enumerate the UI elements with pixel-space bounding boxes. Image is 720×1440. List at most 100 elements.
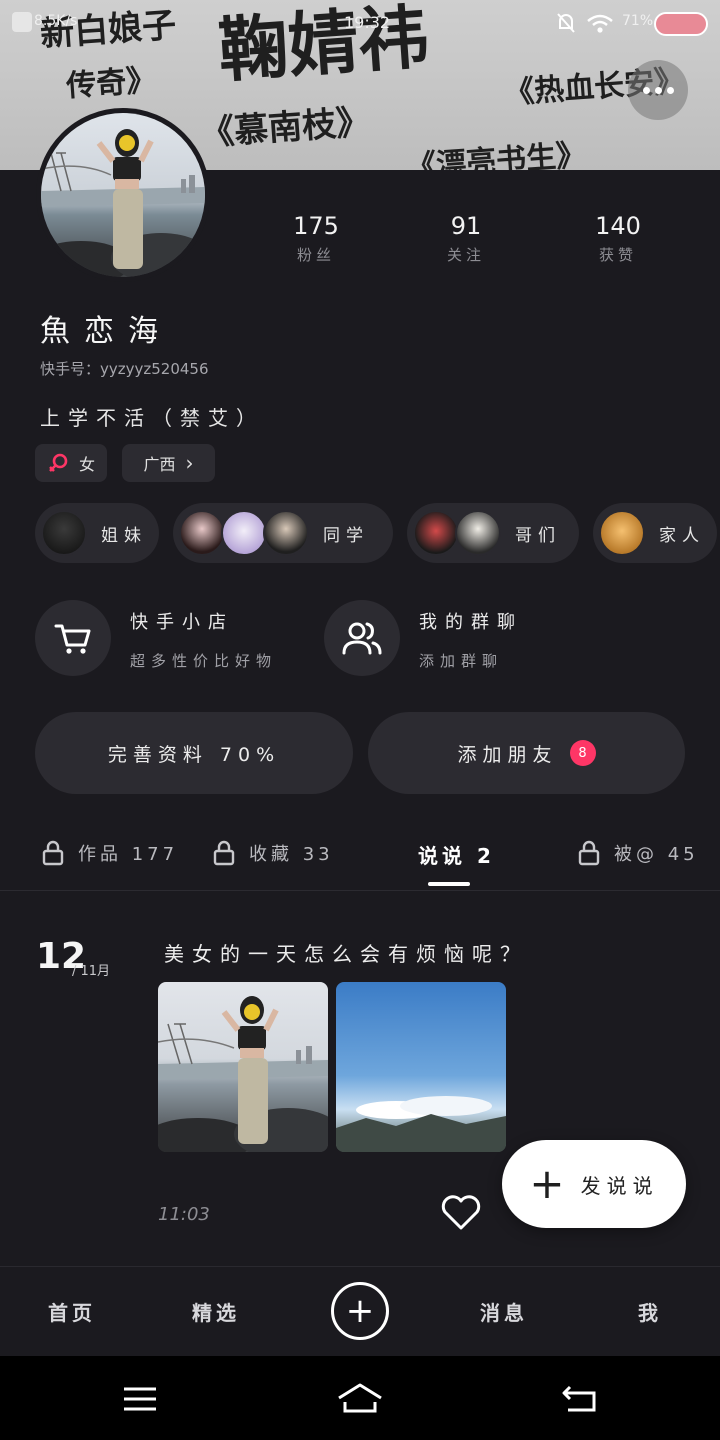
post-moment-button[interactable]: + 发说说 bbox=[502, 1140, 686, 1228]
tab-favorites-label: 收藏 33 bbox=[249, 844, 334, 865]
tab-mentions-label: 被@ 45 bbox=[614, 844, 699, 865]
group-classmates[interactable]: 同学 bbox=[173, 503, 393, 563]
group-chat-title: 我的群聊 bbox=[419, 612, 523, 633]
post-text[interactable]: 美女的一天怎么会有烦恼呢？ bbox=[164, 938, 528, 967]
post-photo-2[interactable] bbox=[336, 982, 506, 1152]
group-family[interactable]: 家人 bbox=[593, 503, 717, 563]
profile-bio[interactable]: 上学不活（禁艾） bbox=[40, 402, 264, 431]
cart-icon bbox=[54, 624, 91, 654]
dot-icon bbox=[654, 86, 662, 94]
followers-label: 粉丝 bbox=[296, 246, 335, 264]
net-speed: 8.5K/s bbox=[34, 13, 78, 29]
create-button[interactable]: + bbox=[331, 1282, 389, 1340]
app-notification-icon bbox=[12, 12, 32, 32]
shop-entry[interactable]: 快手小店 超多性价比好物 bbox=[130, 608, 277, 671]
group-sisters[interactable]: 姐妹 bbox=[35, 503, 159, 563]
group-chat-entry[interactable]: 我的群聊 添加群聊 bbox=[419, 608, 523, 671]
back-icon[interactable] bbox=[560, 1384, 598, 1414]
add-friends-button[interactable]: 添加朋友 8 bbox=[368, 712, 685, 794]
group-avatar bbox=[455, 510, 501, 556]
tab-moments-label: 说说 2 bbox=[418, 844, 495, 868]
group-label: 家人 bbox=[659, 525, 705, 546]
photo-illustration bbox=[336, 1096, 506, 1152]
group-avatar bbox=[599, 510, 645, 556]
stat-following[interactable]: 91 关注 bbox=[406, 212, 526, 265]
silent-bell-icon bbox=[557, 13, 575, 33]
group-label: 同学 bbox=[323, 525, 369, 546]
chevron-right-icon: › bbox=[185, 451, 194, 475]
profile-name: 魚恋海 bbox=[40, 314, 172, 349]
group-avatar bbox=[41, 510, 87, 556]
group-chat-subtitle: 添加群聊 bbox=[419, 652, 504, 670]
complete-profile-label: 完善资料 70% bbox=[107, 743, 281, 766]
post-photo-1[interactable] bbox=[158, 982, 328, 1152]
battery-percent: 71% bbox=[622, 13, 654, 29]
group-avatar bbox=[413, 510, 459, 556]
bottom-nav: 首页 精选 + 消息 我 bbox=[0, 1266, 720, 1356]
home-icon[interactable] bbox=[336, 1382, 384, 1414]
tab-favorites[interactable]: 收藏 33 bbox=[213, 840, 334, 866]
banner-text-2: 传奇》 bbox=[65, 62, 158, 105]
photo-illustration bbox=[158, 996, 328, 1152]
nav-me[interactable]: 我 bbox=[638, 1297, 662, 1326]
tab-moments[interactable]: 说说 2 bbox=[418, 840, 495, 869]
system-nav-bar bbox=[0, 1356, 720, 1440]
add-friends-badge: 8 bbox=[569, 740, 596, 766]
menu-icon[interactable] bbox=[122, 1386, 158, 1412]
like-icon[interactable] bbox=[440, 1194, 482, 1232]
lock-icon bbox=[42, 840, 64, 866]
banner-text-6: 《漂亮书生》 bbox=[405, 137, 588, 170]
banner-text-5: 《慕南枝》 bbox=[199, 102, 372, 154]
group-avatar bbox=[221, 510, 267, 556]
profile-uid[interactable]: 快手号：yyzyyz520456 bbox=[40, 358, 209, 379]
group-avatar bbox=[179, 510, 225, 556]
plus-icon: + bbox=[345, 1291, 375, 1331]
gender-chip[interactable]: 女 bbox=[35, 444, 107, 482]
stat-likes[interactable]: 140 获赞 bbox=[558, 212, 678, 265]
plus-icon: + bbox=[529, 1159, 565, 1208]
likes-label: 获赞 bbox=[598, 246, 637, 264]
avatar[interactable] bbox=[36, 108, 210, 282]
group-avatar bbox=[263, 510, 309, 556]
avatar-photo bbox=[41, 113, 205, 277]
shop-button[interactable] bbox=[35, 600, 111, 676]
following-count: 91 bbox=[450, 212, 482, 240]
gender-label: 女 bbox=[78, 455, 95, 474]
group-label: 哥们 bbox=[515, 525, 561, 546]
add-friends-label: 添加朋友 bbox=[457, 743, 558, 766]
post-moment-label: 发说说 bbox=[580, 1173, 659, 1198]
nav-messages[interactable]: 消息 bbox=[480, 1297, 528, 1326]
shop-title: 快手小店 bbox=[130, 612, 234, 633]
users-icon bbox=[342, 622, 382, 655]
dot-icon bbox=[666, 86, 674, 94]
dot-icon bbox=[642, 86, 650, 94]
more-button[interactable] bbox=[628, 60, 688, 120]
stat-followers[interactable]: 175 粉丝 bbox=[256, 212, 376, 265]
location-chip[interactable]: 广西 › bbox=[122, 444, 215, 482]
avatar-illustration bbox=[41, 129, 205, 277]
tab-mentions[interactable]: 被@ 45 bbox=[578, 840, 699, 866]
female-icon bbox=[49, 453, 68, 472]
lock-icon bbox=[213, 840, 235, 866]
group-chat-button[interactable] bbox=[324, 600, 400, 676]
group-buddies[interactable]: 哥们 bbox=[407, 503, 579, 563]
active-tab-indicator bbox=[428, 882, 470, 886]
clock: 19:32 bbox=[344, 13, 391, 32]
post-month: / 11月 bbox=[72, 964, 111, 979]
followers-count: 175 bbox=[293, 212, 339, 240]
post-time: 11:03 bbox=[158, 1204, 210, 1225]
location-label: 广西 bbox=[143, 455, 176, 474]
complete-profile-button[interactable]: 完善资料 70% bbox=[35, 712, 353, 794]
group-label: 姐妹 bbox=[101, 525, 147, 546]
nav-home[interactable]: 首页 bbox=[48, 1297, 96, 1326]
battery-icon bbox=[654, 12, 708, 36]
tab-works-label: 作品 177 bbox=[78, 844, 179, 865]
nav-featured[interactable]: 精选 bbox=[192, 1297, 240, 1326]
following-label: 关注 bbox=[446, 246, 485, 264]
divider bbox=[0, 890, 720, 891]
tab-works[interactable]: 作品 177 bbox=[42, 840, 178, 866]
likes-count: 140 bbox=[595, 212, 641, 240]
shop-subtitle: 超多性价比好物 bbox=[130, 652, 278, 670]
status-bar: 8.5K/s 19:32 71% bbox=[0, 0, 720, 46]
lock-icon bbox=[578, 840, 600, 866]
